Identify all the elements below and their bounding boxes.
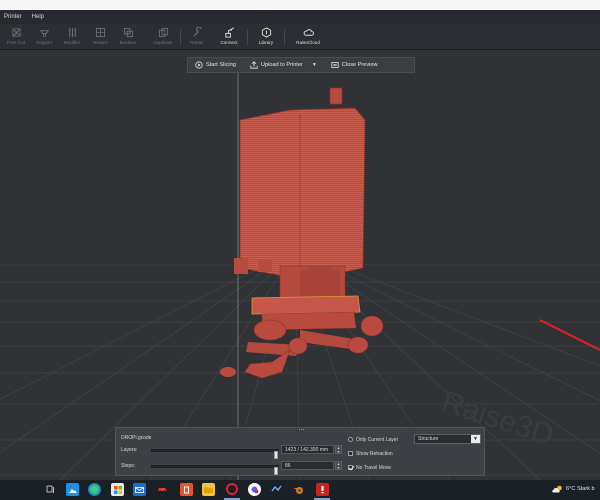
- weather-widget[interactable]: 6°C Stark b: [552, 485, 595, 493]
- cloud-icon: [303, 29, 314, 36]
- edge-icon[interactable]: [88, 483, 101, 496]
- 3d-viewport[interactable]: Raise3D: [0, 50, 600, 480]
- show-retraction-option[interactable]: Show Retraction: [348, 449, 393, 458]
- steps-slider[interactable]: [151, 465, 279, 475]
- library-icon: [261, 27, 271, 38]
- scene-canvas[interactable]: Raise3D: [0, 50, 600, 480]
- duplicate-button[interactable]: Duplicate: [150, 25, 176, 49]
- store-icon[interactable]: [111, 483, 124, 496]
- close-preview-icon: [331, 61, 339, 69]
- free-cut-button[interactable]: Free Cut: [3, 25, 29, 49]
- boolean-icon: [123, 27, 133, 38]
- support-icon: [39, 30, 49, 38]
- no-travel-move-option[interactable]: No Travel Move: [348, 463, 391, 472]
- upload-icon: [250, 61, 258, 69]
- duplicate-icon: [158, 27, 168, 38]
- modifier-button[interactable]: Modifier: [59, 25, 85, 49]
- steps-value-field[interactable]: 86: [281, 461, 334, 470]
- toolbar-separator: [284, 29, 285, 45]
- steps-slider-thumb[interactable]: [274, 467, 278, 475]
- connect-icon: [224, 27, 234, 38]
- support-button[interactable]: Support: [31, 25, 57, 49]
- office-icon[interactable]: [180, 483, 193, 496]
- connect-button[interactable]: Connect: [216, 25, 242, 49]
- opera-icon[interactable]: [226, 483, 238, 495]
- only-current-layer-radio[interactable]: [348, 437, 353, 442]
- steam-icon[interactable]: [270, 483, 283, 496]
- file-explorer-icon[interactable]: [202, 483, 215, 496]
- layers-value-field[interactable]: 1423 / 142.300 mm: [281, 445, 334, 454]
- chevron-down-icon: ▼: [471, 435, 480, 443]
- app-window: Printer Help Free Cut Support Modifier T…: [0, 0, 600, 500]
- mail-icon[interactable]: [133, 483, 146, 496]
- repair-button[interactable]: Repair: [184, 25, 210, 49]
- cloud-sun-icon: [552, 485, 562, 493]
- steps-spinner[interactable]: ▲ ▼: [335, 461, 342, 470]
- layers-row: Layers: 1423 / 142.300 mm ▲ ▼: [121, 445, 347, 459]
- no-travel-move-checkbox[interactable]: [348, 465, 353, 470]
- layers-slider[interactable]: [151, 449, 279, 459]
- blender-icon[interactable]: [292, 483, 305, 496]
- boolean-button[interactable]: Boolean: [115, 25, 141, 49]
- toolbar-separator: [247, 29, 248, 45]
- title-strip: [0, 0, 600, 10]
- steps-label: Steps:: [121, 463, 136, 469]
- close-preview-button[interactable]: Close Preview: [324, 58, 385, 72]
- layer-preview-panel: DROPi.gcode Layers: 1423 / 142.300 mm ▲ ▼…: [115, 427, 485, 476]
- menu-help[interactable]: Help: [32, 14, 44, 20]
- library-button[interactable]: Library: [253, 25, 279, 49]
- repair-icon: [192, 27, 202, 37]
- menu-bar: Printer Help: [0, 10, 600, 24]
- play-circle-icon: [195, 61, 203, 69]
- layers-slider-thumb[interactable]: [274, 451, 278, 459]
- menu-printer[interactable]: Printer: [4, 14, 22, 20]
- free-cut-icon: [11, 28, 21, 37]
- toolbar-separator: [180, 29, 181, 45]
- texture-button[interactable]: Texture: [87, 25, 113, 49]
- ideamaker-icon[interactable]: [316, 483, 329, 496]
- modifier-icon: [68, 27, 76, 38]
- photos-icon[interactable]: [66, 483, 79, 496]
- app-icon[interactable]: [248, 483, 261, 496]
- layers-label: Layers:: [121, 447, 138, 453]
- start-slicing-button[interactable]: Start Slicing: [188, 58, 243, 72]
- windows-taskbar: 6°C Stark b: [0, 480, 600, 500]
- car-game-icon[interactable]: [156, 483, 169, 496]
- panel-grip[interactable]: [299, 429, 304, 430]
- gcode-filename: DROPi.gcode: [121, 435, 152, 441]
- view-mode-select[interactable]: Structure ▼: [414, 434, 481, 444]
- only-current-layer-option[interactable]: Only Current Layer: [348, 435, 398, 444]
- chevron-down-icon[interactable]: ▼: [312, 62, 317, 68]
- steps-row: Steps: 86 ▲ ▼: [121, 461, 347, 475]
- show-retraction-checkbox[interactable]: [348, 451, 353, 456]
- toolbar: Free Cut Support Modifier Texture Boolea…: [0, 24, 600, 50]
- layers-spinner[interactable]: ▲ ▼: [335, 445, 342, 454]
- upload-to-printer-button[interactable]: Upload to Printer ▼: [243, 58, 324, 72]
- task-view-icon[interactable]: [44, 483, 57, 496]
- raisecloud-button[interactable]: RaiseCloud: [295, 25, 321, 49]
- texture-icon: [95, 27, 105, 38]
- preview-action-bar: Start Slicing Upload to Printer ▼ Close …: [187, 57, 415, 73]
